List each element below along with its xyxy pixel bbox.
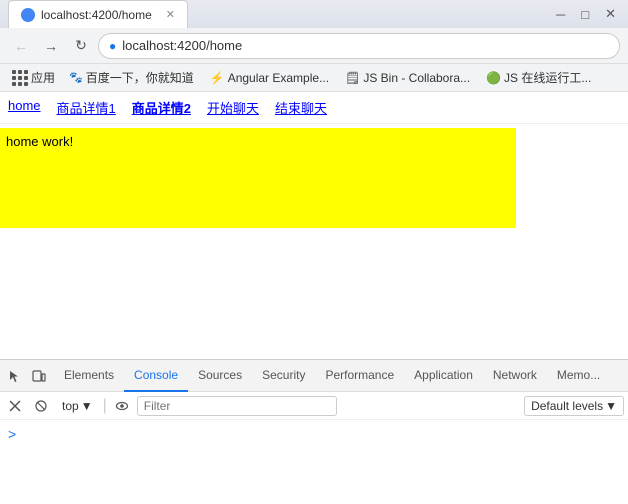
page-content: home 商品详情1 商品详情2 开始聊天 结束聊天 home work! [0, 92, 628, 352]
browser-tab[interactable]: localhost:4200/home ✕ [8, 0, 188, 28]
devtools-toolbar: top ▼ | Default levels ▼ [0, 392, 628, 420]
tab-application-label: Application [414, 368, 473, 382]
bookmarks-bar: 应用 🐾 百度一下，你就知道 ⚡ Angular Example... 🗒 JS… [0, 64, 628, 92]
device-icon [32, 369, 46, 383]
forward-button[interactable]: → [38, 33, 64, 59]
tab-console[interactable]: Console [124, 360, 188, 392]
tab-performance[interactable]: Performance [315, 360, 404, 392]
address-bar[interactable]: ● localhost:4200/home [98, 33, 620, 59]
apps-label: 应用 [31, 69, 55, 86]
nav-bar: ← → ↻ ● localhost:4200/home [0, 28, 628, 64]
window-maximize[interactable]: □ [581, 7, 589, 22]
default-levels-label: Default levels [531, 399, 603, 413]
nav-product1[interactable]: 商品详情1 [49, 96, 124, 119]
baidu-favicon: 🐾 [69, 71, 83, 84]
lock-icon: ● [109, 39, 116, 53]
home-work-text: home work! [6, 134, 73, 149]
bookmark-jsonline[interactable]: 🟢 JS 在线运行工... [480, 67, 597, 88]
tab-security-label: Security [262, 368, 305, 382]
angular-favicon: ⚡ [210, 71, 225, 85]
address-text: localhost:4200/home [122, 38, 242, 53]
apps-grid-icon [12, 70, 28, 86]
tab-memory-label: Memo... [557, 368, 600, 382]
context-dropdown-arrow: ▼ [81, 399, 93, 413]
default-levels-dropdown[interactable]: Default levels ▼ [524, 396, 624, 416]
context-selector[interactable]: top ▼ [56, 397, 99, 415]
console-prompt: > [8, 426, 16, 442]
tab-favicon [21, 8, 35, 22]
tab-elements-label: Elements [64, 368, 114, 382]
nav-product2[interactable]: 商品详情2 [124, 96, 199, 119]
bookmark-angular-label: Angular Example... [228, 71, 329, 85]
eye-button[interactable] [111, 395, 133, 417]
bookmark-jsonline-label: JS 在线运行工... [504, 69, 591, 86]
window-close[interactable]: ✕ [605, 6, 616, 22]
tab-title: localhost:4200/home [41, 8, 152, 22]
cursor-icon [8, 369, 22, 383]
bookmark-baidu[interactable]: 🐾 百度一下，你就知道 [63, 67, 200, 88]
reload-button[interactable]: ↻ [68, 33, 94, 59]
levels-dropdown-arrow: ▼ [605, 399, 617, 413]
console-filter-input[interactable] [137, 396, 337, 416]
browser-window: localhost:4200/home ✕ ─ □ ✕ ← → ↻ ● loca… [0, 0, 628, 504]
devtools-tabs-bar: Elements Console Sources Security Perfor… [0, 360, 628, 392]
devtools-panel: Elements Console Sources Security Perfor… [0, 359, 628, 504]
bookmark-angular[interactable]: ⚡ Angular Example... [204, 69, 335, 87]
tab-security[interactable]: Security [252, 360, 315, 392]
tab-sources[interactable]: Sources [188, 360, 252, 392]
jsonline-favicon: 🟢 [486, 71, 501, 85]
devtools-tab-area: Elements Console Sources Security Perfor… [54, 360, 624, 392]
tab-sources-label: Sources [198, 368, 242, 382]
toolbar-separator: | [103, 397, 107, 415]
tab-application[interactable]: Application [404, 360, 483, 392]
nav-end-chat[interactable]: 结束聊天 [267, 96, 335, 119]
bookmark-jsbin[interactable]: 🗒 JS Bin - Collabora... [339, 69, 476, 87]
clear-console-button[interactable] [4, 395, 26, 417]
jsbin-favicon: 🗒 [345, 71, 360, 85]
back-button[interactable]: ← [8, 33, 34, 59]
window-minimize[interactable]: ─ [556, 7, 565, 22]
devtools-left-icons [4, 365, 50, 387]
device-toggle-button[interactable] [28, 365, 50, 387]
tab-close[interactable]: ✕ [166, 8, 175, 21]
clear-icon [8, 399, 22, 413]
tab-network[interactable]: Network [483, 360, 547, 392]
nav-start-chat[interactable]: 开始聊天 [199, 96, 267, 119]
nav-home[interactable]: home [0, 96, 49, 119]
apps-button[interactable]: 应用 [8, 67, 59, 88]
eye-icon [115, 399, 129, 413]
page-main-content: home work! [0, 128, 516, 228]
block-icon [34, 399, 48, 413]
tab-console-label: Console [134, 368, 178, 382]
tab-performance-label: Performance [325, 368, 394, 382]
bookmark-jsbin-label: JS Bin - Collabora... [363, 71, 470, 85]
context-label: top [62, 399, 79, 413]
tab-memory[interactable]: Memo... [547, 360, 610, 392]
console-area[interactable]: > [0, 420, 628, 480]
tab-network-label: Network [493, 368, 537, 382]
inspect-element-button[interactable] [4, 365, 26, 387]
page-nav: home 商品详情1 商品详情2 开始聊天 结束聊天 [0, 92, 628, 124]
block-button[interactable] [30, 395, 52, 417]
tab-elements[interactable]: Elements [54, 360, 124, 392]
title-bar: localhost:4200/home ✕ ─ □ ✕ [0, 0, 628, 28]
bookmark-baidu-label: 百度一下，你就知道 [86, 69, 194, 86]
